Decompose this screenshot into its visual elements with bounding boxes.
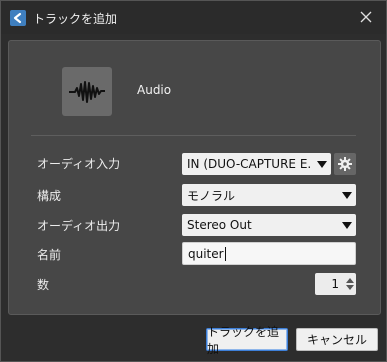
window-title: トラックを追加: [33, 12, 118, 26]
track-settings-panel: Audio オーディオ入力 IN (DUO-CAPTURE E. 構成 モノラル…: [8, 40, 381, 315]
audio-output-select[interactable]: Stereo Out: [182, 214, 356, 236]
section-divider: [31, 135, 356, 136]
name-label: 名前: [37, 248, 62, 262]
title-bar[interactable]: トラックを追加: [1, 1, 386, 34]
configuration-label: 構成: [37, 189, 62, 203]
stepper-arrows[interactable]: [344, 273, 356, 295]
arrow-down-icon[interactable]: [346, 285, 354, 290]
configuration-select[interactable]: モノラル: [182, 184, 356, 206]
chevron-down-icon: [338, 221, 356, 229]
gear-icon: [338, 157, 352, 171]
audio-input-select[interactable]: IN (DUO-CAPTURE E.: [182, 153, 331, 175]
track-type-label: Audio: [137, 83, 172, 97]
close-icon: [360, 11, 372, 23]
chevron-down-icon: [313, 160, 331, 168]
chevron-down-icon: [338, 191, 356, 199]
close-button[interactable]: [356, 7, 376, 27]
track-name-value: quiter: [188, 246, 224, 261]
configuration-value: モノラル: [187, 188, 236, 203]
audio-input-value: IN (DUO-CAPTURE E.: [187, 157, 312, 171]
audio-output-label: オーディオ出力: [37, 219, 121, 233]
audio-output-value: Stereo Out: [187, 218, 252, 232]
audio-input-settings-button[interactable]: [334, 153, 356, 175]
cancel-button[interactable]: キャンセル: [296, 328, 378, 351]
audio-waveform-icon: [62, 67, 112, 116]
arrow-up-icon[interactable]: [346, 278, 354, 283]
track-name-input[interactable]: quiter: [182, 242, 356, 265]
add-track-dialog: トラックを追加 Audio オーディオ入力 IN (DUO-CAPTURE E.: [0, 0, 387, 362]
count-label: 数: [37, 278, 50, 292]
audio-input-label: オーディオ入力: [37, 157, 121, 171]
text-cursor: [224, 246, 226, 261]
cubase-logo-icon: [10, 10, 26, 26]
add-track-button[interactable]: トラックを追加: [206, 325, 288, 356]
count-stepper[interactable]: 1: [315, 273, 356, 295]
count-value: 1: [331, 277, 339, 291]
